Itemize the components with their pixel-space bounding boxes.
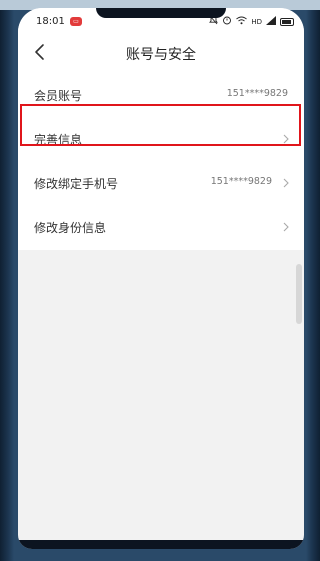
top-nav-bar: 账号与安全 <box>18 32 304 76</box>
hd-icon: HD <box>251 18 262 26</box>
chevron-right-icon <box>283 134 289 144</box>
status-time: 18:01 <box>36 16 65 27</box>
status-icons: HD <box>209 15 294 29</box>
wifi-icon <box>236 16 248 29</box>
complete-info-label: 完善信息 <box>34 133 83 147</box>
phone-screen: 18:01 ▭ HD 账号与安全 会员账号 151****9829 完善信息 修… <box>18 8 304 549</box>
chevron-right-icon <box>283 222 289 232</box>
list-item-member-account: 会员账号 151****9829 <box>18 74 304 118</box>
signal-icon <box>266 15 276 29</box>
battery-icon <box>280 18 294 26</box>
member-account-value: 151****9829 <box>226 88 288 99</box>
bind-phone-label: 修改绑定手机号 <box>34 177 119 191</box>
identity-info-label: 修改身份信息 <box>34 221 107 235</box>
list-item-identity-info[interactable]: 修改身份信息 <box>18 206 304 250</box>
list-item-bind-phone[interactable]: 修改绑定手机号 151****9829 <box>18 162 304 206</box>
app-notification-icon: ▭ <box>70 17 82 26</box>
camera-notch <box>96 8 226 18</box>
bind-phone-value: 151****9829 <box>210 176 272 187</box>
screen-bottom-bezel <box>18 540 304 549</box>
page-title: 账号与安全 <box>126 47 196 63</box>
list-item-complete-info[interactable]: 完善信息 <box>18 118 304 162</box>
settings-list: 会员账号 151****9829 完善信息 修改绑定手机号 151****982… <box>18 74 304 250</box>
chevron-right-icon <box>283 178 289 188</box>
member-account-label: 会员账号 <box>34 89 83 103</box>
alarm-icon <box>222 15 232 29</box>
scrollbar[interactable] <box>296 264 302 324</box>
